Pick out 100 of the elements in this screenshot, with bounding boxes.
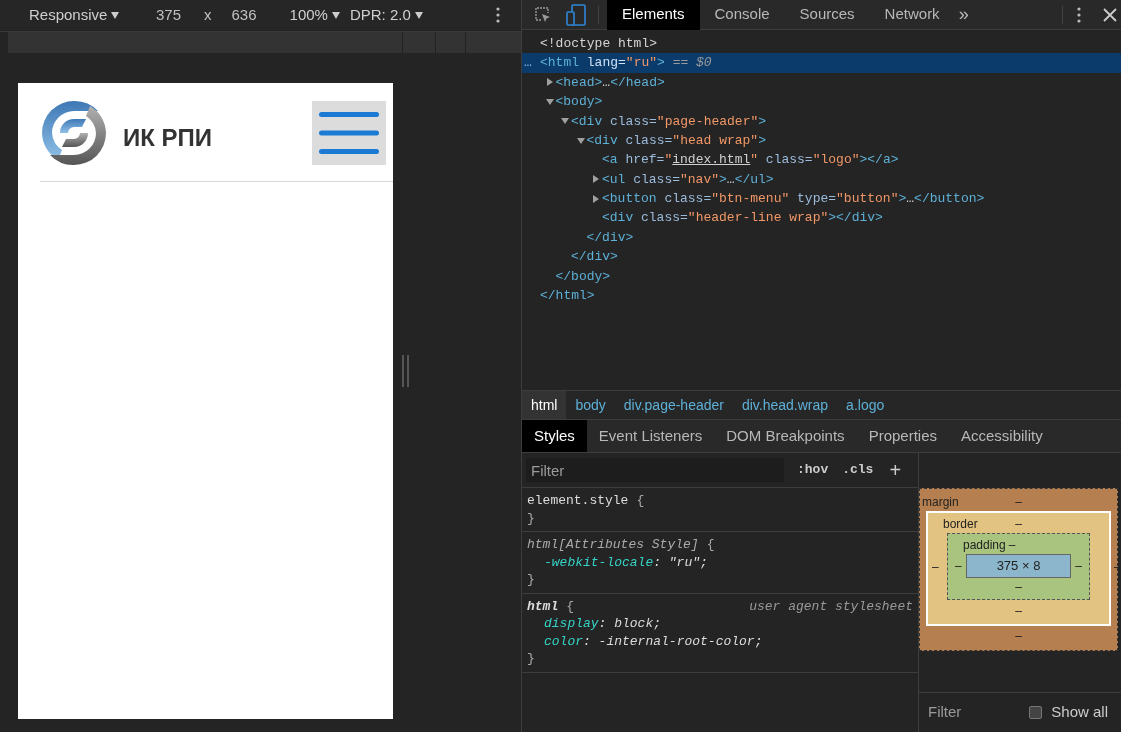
- selection-marker: …: [524, 54, 532, 73]
- markup-text: </head>: [610, 73, 665, 92]
- markup-text: class=: [640, 209, 688, 228]
- show-all-checkbox[interactable]: Show all: [1029, 701, 1108, 724]
- markup-text: >: [758, 131, 766, 150]
- markup-text: "page-header": [656, 112, 759, 131]
- markup-text: </ul>: [734, 170, 774, 189]
- dpr-dropdown[interactable]: DPR: 2.0: [349, 3, 423, 27]
- width-field[interactable]: 375: [156, 3, 182, 27]
- padding-bottom-value: –: [1015, 579, 1022, 596]
- dom-node-row[interactable]: <button class="btn-menu" type="button">…</button>: [522, 189, 1121, 209]
- rule-selector: html[Attributes Style]: [527, 536, 699, 554]
- dom-node-row[interactable]: <body>: [522, 92, 1121, 112]
- height-field[interactable]: 636: [231, 3, 257, 27]
- markup-text: <button: [602, 190, 657, 209]
- caret-icon: [414, 11, 423, 19]
- markup-text: …: [906, 190, 915, 209]
- dom-node-row[interactable]: <a href="index.html" class="logo"></a>: [522, 150, 1121, 170]
- markup-text: href=: [624, 151, 665, 170]
- caret-icon: [331, 11, 340, 19]
- class-toggle[interactable]: .cls: [842, 460, 874, 480]
- dom-node-row[interactable]: <!doctype html>: [522, 34, 1121, 54]
- markup-text: …: [602, 73, 611, 92]
- breadcrumb-item[interactable]: div.page-header: [614, 391, 733, 419]
- collapsed-triangle-icon[interactable]: [592, 175, 600, 184]
- link-text[interactable]: index.html: [672, 150, 751, 170]
- markup-text: "btn-menu": [711, 190, 790, 209]
- collapsed-triangle-icon[interactable]: [545, 78, 554, 87]
- logo-text: ИК РПИ: [123, 123, 213, 153]
- border-label: border: [943, 516, 978, 533]
- padding-left-value: –: [955, 558, 962, 575]
- property-value: : -internal-root-color;: [583, 633, 763, 649]
- panel-tab[interactable]: Elements: [607, 0, 700, 30]
- new-rule-button[interactable]: +: [889, 455, 902, 485]
- markup-text: <!doctype html>: [540, 34, 658, 53]
- collapsed-triangle-icon[interactable]: [592, 194, 600, 203]
- hover-state-toggle[interactable]: :hov: [797, 460, 829, 480]
- panel-tab[interactable]: Sources: [784, 0, 870, 30]
- markup-text: <div: [586, 131, 618, 150]
- margin-top-value: –: [1015, 494, 1022, 509]
- margin-label: margin: [922, 494, 959, 511]
- more-tabs-button[interactable]: »: [958, 1, 969, 28]
- markup-text: ": [664, 151, 673, 170]
- markup-text: class=: [663, 190, 712, 209]
- sidebar-tab[interactable]: Properties: [856, 420, 949, 452]
- times-sign: x: [204, 4, 212, 25]
- more-options-icon[interactable]: [1077, 6, 1081, 23]
- markup-text: "header-line wrap": [687, 209, 829, 228]
- breadcrumb-item[interactable]: div.head.wrap: [732, 391, 838, 419]
- markup-text: "nav": [680, 170, 720, 189]
- markup-text: class=: [609, 112, 657, 131]
- markup-text: ></div>: [828, 209, 883, 228]
- markup-text: class=: [764, 151, 813, 170]
- panel-tab[interactable]: Network: [869, 0, 955, 30]
- markup-text: <html: [540, 54, 579, 73]
- logo-icon: [40, 99, 108, 167]
- menu-button[interactable]: [312, 101, 386, 165]
- sidebar-tab[interactable]: Styles: [522, 420, 587, 452]
- padding-right-value: –: [1075, 558, 1082, 575]
- markup-text: "button": [836, 190, 899, 209]
- breadcrumb-item[interactable]: body: [566, 391, 615, 419]
- rule-brace: }: [527, 651, 535, 666]
- border-left-value: –: [932, 558, 939, 576]
- rule-source: user agent stylesheet: [749, 597, 913, 615]
- dom-node-row[interactable]: <div class="head wrap">: [522, 130, 1121, 151]
- more-options-icon[interactable]: [496, 7, 500, 23]
- markup-text: ></a>: [859, 151, 899, 170]
- breadcrumb-item[interactable]: html: [522, 391, 567, 419]
- expanded-triangle-icon[interactable]: [545, 97, 554, 106]
- dom-node-row[interactable]: <div class="header-line wrap"></div>: [522, 208, 1121, 228]
- checkbox[interactable]: [1029, 706, 1043, 719]
- markup-text: <div: [602, 209, 634, 228]
- padding-top-value: –: [1008, 537, 1016, 554]
- close-icon[interactable]: [1103, 7, 1117, 22]
- expanded-triangle-icon[interactable]: [576, 136, 585, 145]
- inspect-icon[interactable]: [534, 5, 552, 24]
- dom-node-row[interactable]: <ul class="nav">…</ul>: [522, 169, 1121, 190]
- dom-node-row[interactable]: <div class="page-header">: [522, 111, 1121, 131]
- sidebar-tab[interactable]: DOM Breakpoints: [714, 420, 857, 452]
- markup-text: </html>: [540, 287, 595, 306]
- resize-handle[interactable]: [402, 355, 409, 387]
- sidebar-tab[interactable]: Event Listeners: [586, 420, 715, 452]
- markup-text: <ul: [602, 170, 626, 189]
- rule-brace: {: [566, 597, 575, 615]
- dom-node-row[interactable]: … <html lang="ru"> == $0: [522, 53, 1121, 73]
- breadcrumb-item[interactable]: a.logo: [837, 391, 894, 419]
- styles-filter-field[interactable]: Filter: [526, 458, 784, 482]
- zoom-dropdown[interactable]: 100%: [289, 3, 340, 27]
- markup-text: >: [898, 190, 907, 209]
- markup-text: <body>: [555, 93, 603, 112]
- rule-brace: {: [636, 492, 645, 510]
- computed-filter-field[interactable]: Filter: [923, 701, 1013, 724]
- device-preset-dropdown[interactable]: Responsive: [29, 3, 126, 27]
- markup-text: "head wrap": [672, 131, 759, 150]
- panel-tab[interactable]: Console: [699, 0, 785, 30]
- markup-text: class=: [624, 131, 673, 150]
- dom-node-row[interactable]: <head>…</head>: [522, 72, 1121, 93]
- sidebar-tab[interactable]: Accessibility: [949, 420, 1055, 452]
- device-toolbar-icon[interactable]: [566, 3, 586, 26]
- expanded-triangle-icon[interactable]: [561, 117, 569, 126]
